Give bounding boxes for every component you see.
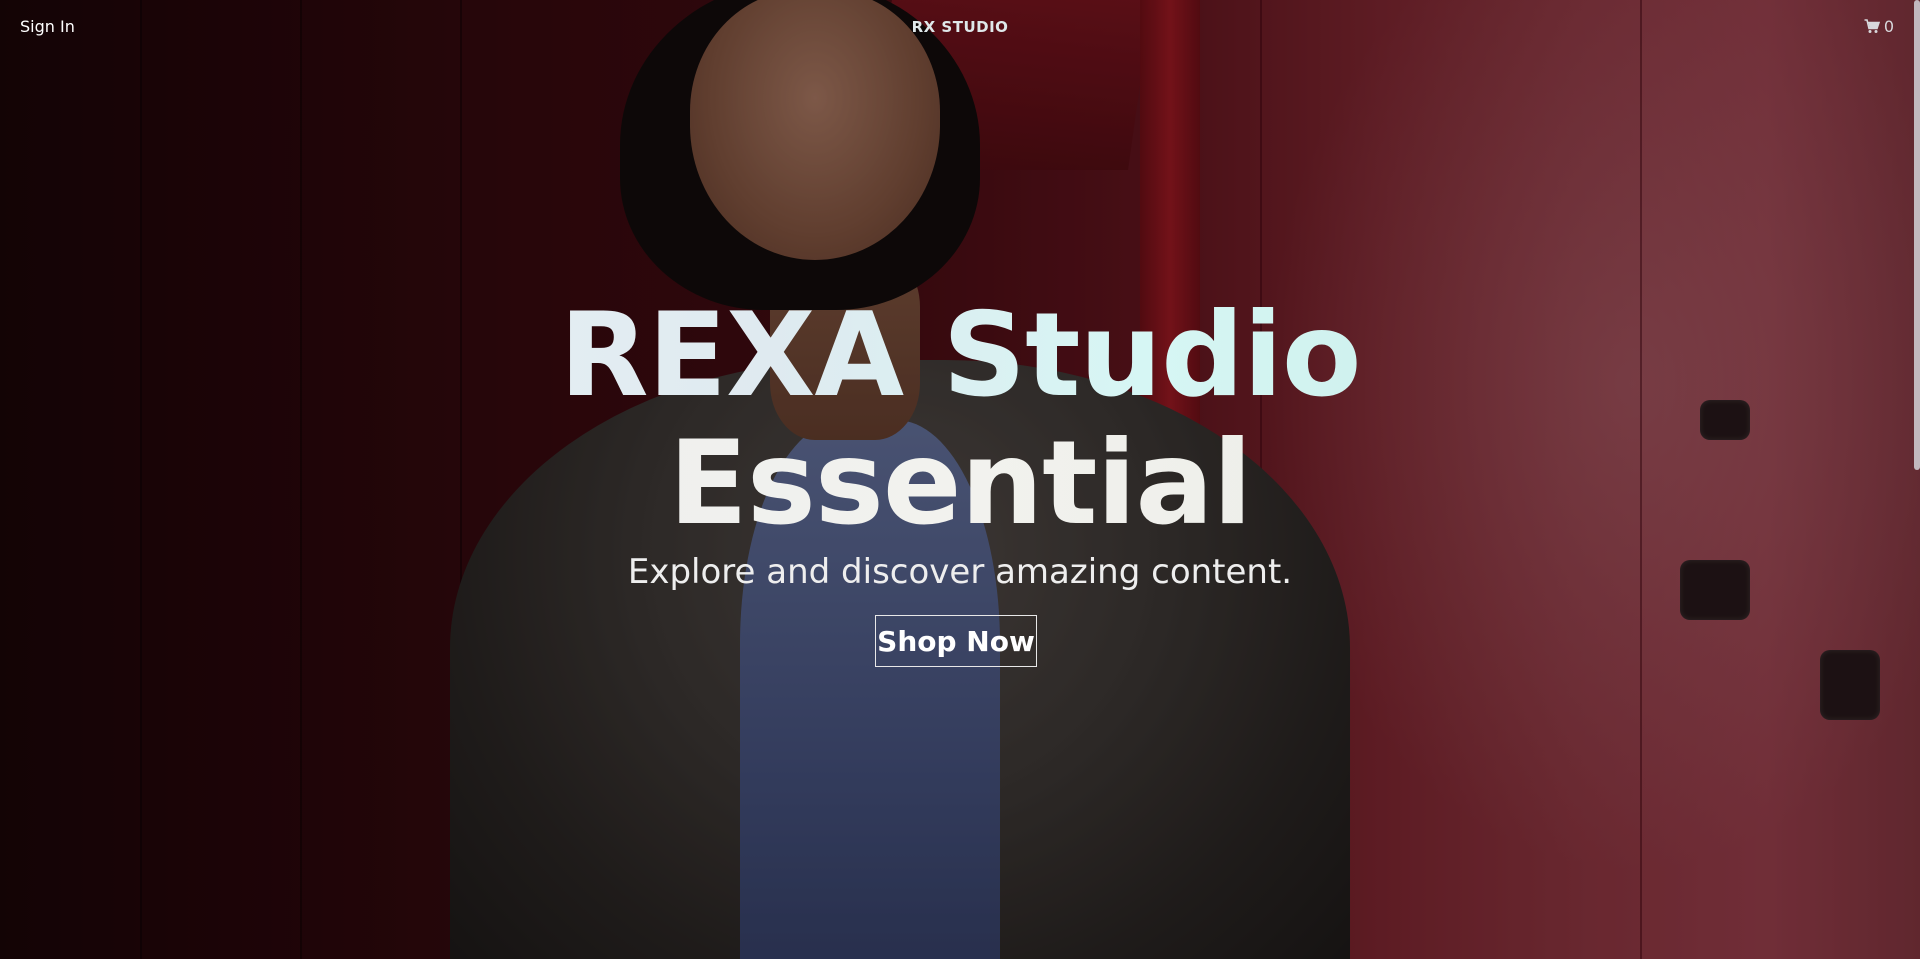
hero-subtitle: Explore and discover amazing content. <box>627 552 1293 592</box>
cart-button[interactable]: 0 <box>1864 17 1894 36</box>
top-nav: Sign In RX STUDIO 0 <box>0 0 1920 56</box>
cart-count: 0 <box>1883 17 1894 36</box>
hero-section: Sign In RX STUDIO 0 REXA Studio Essentia… <box>0 0 1920 959</box>
hero-headline: REXA Studio Essential <box>0 292 1920 548</box>
headline-line-1: REXA Studio <box>0 292 1920 420</box>
cart-icon <box>1864 19 1880 34</box>
brand-logo[interactable]: RX STUDIO <box>0 18 1920 36</box>
shop-now-button[interactable]: Shop Now <box>875 615 1037 667</box>
headline-line-2: Essential <box>0 420 1920 548</box>
